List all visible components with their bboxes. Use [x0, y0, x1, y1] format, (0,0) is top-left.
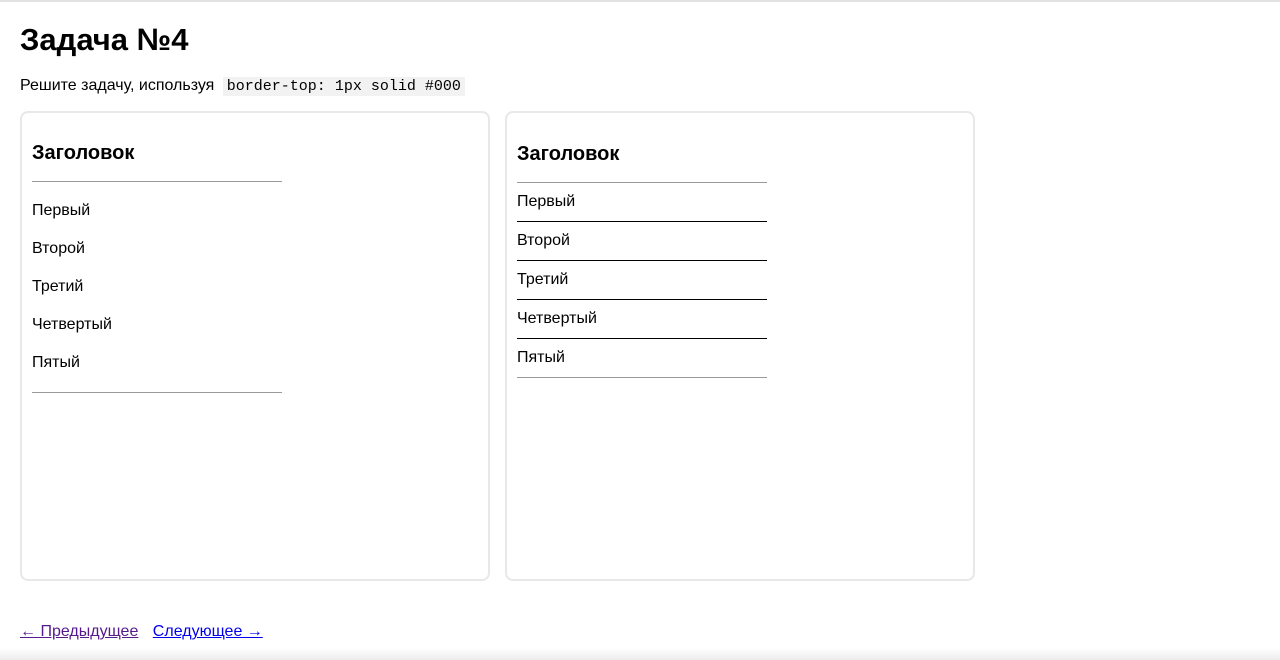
bottom-shadow: [0, 648, 1280, 660]
list-item: Четвертый: [517, 300, 767, 339]
left-block: Заголовок Первый Второй Третий Четвертый…: [32, 141, 282, 393]
list-item: Первый: [32, 202, 91, 219]
list-item: Первый: [517, 183, 767, 222]
left-block-heading: Заголовок: [32, 141, 282, 182]
task-code: border-top: 1px solid #000: [222, 77, 465, 96]
top-divider: [0, 0, 1280, 2]
list-item: Второй: [32, 240, 85, 257]
left-card: Заголовок Первый Второй Третий Четвертый…: [20, 111, 490, 581]
list-item: Пятый: [32, 354, 80, 371]
right-block-heading: Заголовок: [517, 142, 767, 183]
page-title: Задача №4: [20, 22, 189, 57]
previous-link[interactable]: ← Предыдущее: [20, 623, 138, 640]
list-item: Пятый: [517, 339, 767, 378]
list-item: Третий: [517, 261, 767, 300]
right-block: Заголовок Первый Второй Третий Четвертый…: [517, 142, 767, 378]
right-list: Первый Второй Третий Четвертый Пятый: [517, 183, 767, 378]
list-item: Четвертый: [32, 316, 112, 333]
task-description: Решите задачу, используя border-top: 1px…: [20, 76, 465, 97]
left-list: Первый Второй Третий Четвертый Пятый: [32, 182, 282, 393]
list-item: Второй: [517, 222, 767, 261]
next-link[interactable]: Следующее →: [153, 623, 263, 640]
pagination: ← Предыдущее Следующее →: [20, 622, 263, 642]
right-card: Заголовок Первый Второй Третий Четвертый…: [505, 111, 975, 581]
list-item: Третий: [32, 278, 84, 295]
task-prefix: Решите задачу, используя: [20, 77, 215, 94]
